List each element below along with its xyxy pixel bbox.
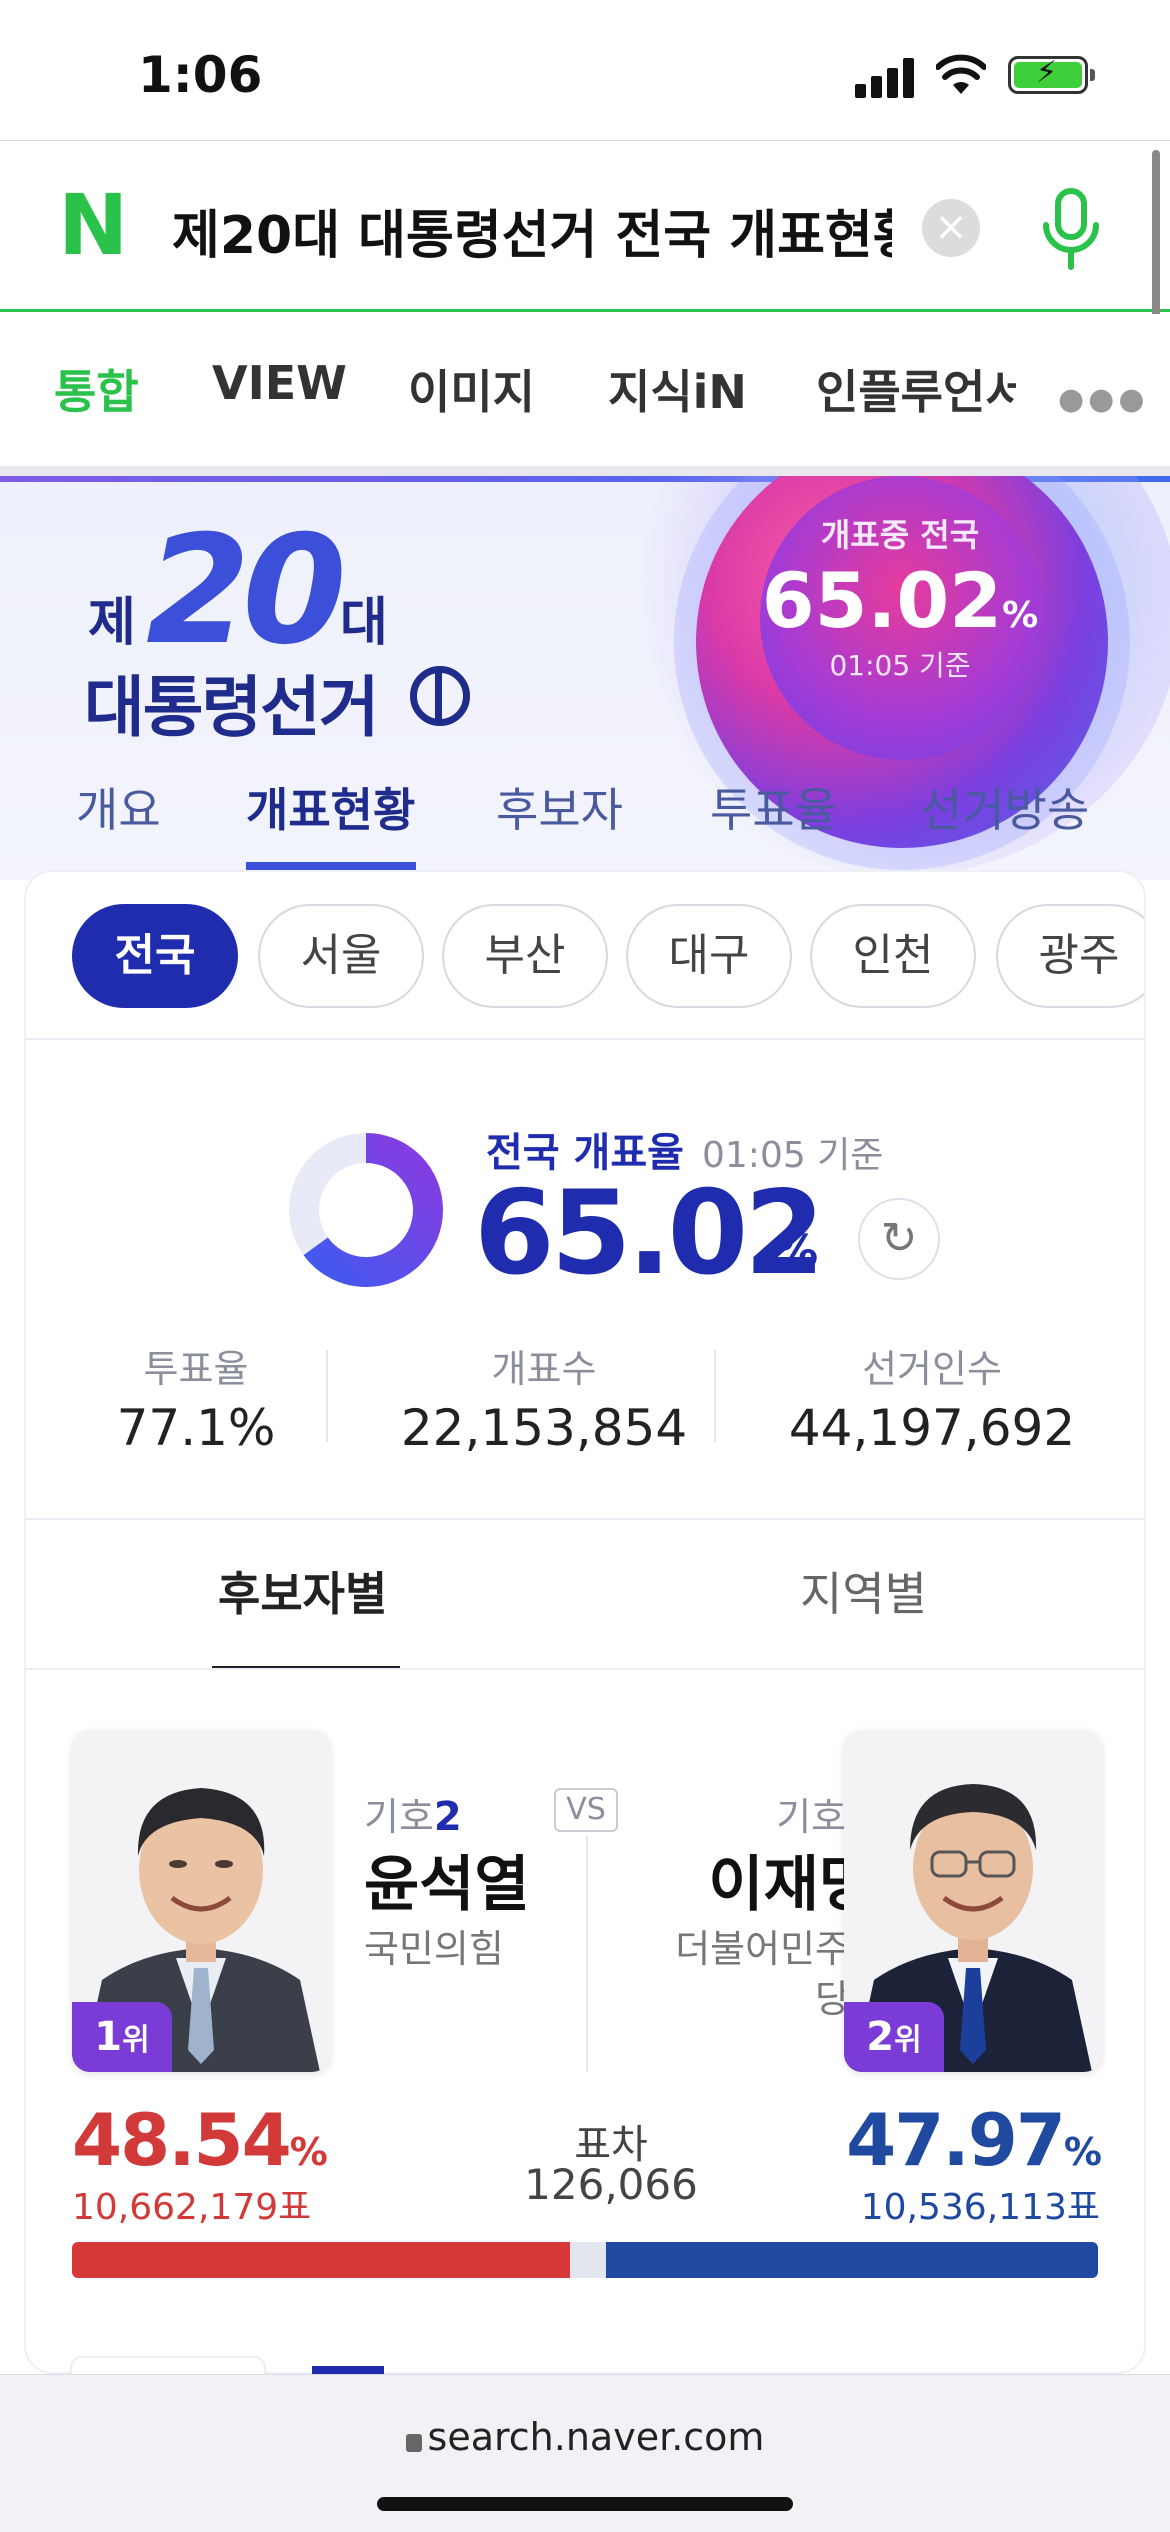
election-banner: 개표중 전국 65.02% 01:05 기준 제 20 대 대통령선거 개요 개… [0, 476, 1170, 880]
search-bar: N 제20대 대통령선거 전국 개표현황 × [0, 140, 1170, 312]
candidate-vote-share: 47.97% [846, 2098, 1102, 2182]
screen: 1:06 ⚡ N 제20대 대통령선거 전국 개표현황 × 통합 VIEW 이미… [0, 0, 1170, 2532]
rank-badge: 1위 [72, 2002, 172, 2072]
next-card-peek [70, 2356, 266, 2376]
tab-candidates[interactable]: 후보자 [496, 774, 623, 840]
divider [26, 1668, 1144, 1670]
vote-share-bar-left [72, 2242, 571, 2278]
candidate-party: 더불어민주당 [675, 1927, 850, 2021]
vote-gap-value: 126,066 [524, 2160, 698, 2209]
battery-icon: ⚡ [1008, 56, 1095, 94]
tab-turnout[interactable]: 투표율 [710, 774, 837, 840]
logo-prefix: 제 [88, 593, 136, 653]
url-text: search.naver.com [427, 2415, 765, 2459]
stat-label: 투표율 [143, 1347, 249, 1391]
election-logo-title: 대통령선거 [84, 669, 380, 746]
logo-suffix: 대 [340, 593, 388, 653]
orb-label: 개표중 전국 [820, 516, 980, 554]
tab-by-region[interactable]: 지역별 [800, 1558, 927, 1624]
orb-value: 65.02% [761, 556, 1039, 645]
vs-badge: VS [554, 1788, 618, 1832]
candidate-vote-share: 48.54% [72, 2098, 328, 2182]
naver-logo[interactable]: N [58, 183, 130, 267]
candidate-vote-count: 10,536,113표 [860, 2187, 1100, 2228]
clock: 1:06 [138, 46, 263, 104]
stat-value: 22,153,854 [400, 1399, 688, 1457]
candidate-photo-lee[interactable]: 2위 [844, 1730, 1102, 2072]
region-chip-busan[interactable]: 부산 [442, 904, 608, 1008]
home-indicator[interactable] [377, 2497, 793, 2511]
region-chip-incheon[interactable]: 인천 [810, 904, 976, 1008]
vote-share-bar-other [570, 2242, 606, 2278]
tab-counting-status[interactable]: 개표현황 [246, 774, 415, 840]
microphone-icon[interactable] [1036, 187, 1106, 271]
orb-time: 01:05 기준 [829, 649, 971, 682]
stat-value: 77.1% [116, 1399, 276, 1457]
logo-number: 20 [146, 504, 347, 678]
refresh-icon[interactable]: ↻ [858, 1198, 940, 1280]
region-chip-daegu[interactable]: 대구 [626, 904, 792, 1008]
browser-url-bar[interactable]: search.naver.com [0, 2374, 1170, 2532]
status-bar: 1:06 ⚡ [0, 0, 1170, 140]
stat-counted: 개표수 22,153,854 [374, 1338, 714, 1457]
ballot-stamp-icon [410, 666, 470, 726]
tab-influencer[interactable]: 인플루언서 [816, 356, 1016, 422]
region-chip-seoul[interactable]: 서울 [258, 904, 424, 1008]
cellular-signal-icon [855, 58, 917, 98]
counting-progress-donut [289, 1133, 443, 1287]
tab-integrated[interactable]: 통합 [54, 356, 139, 422]
region-chips: 전국 서울 부산 대구 인천 광주 [26, 872, 1144, 1040]
rank-badge: 2위 [844, 2002, 944, 2072]
candidate-party: 국민의힘 [364, 1927, 504, 1971]
candidate-number: 기호2 [364, 1794, 462, 1840]
stat-label: 개표수 [491, 1347, 597, 1391]
candidate-vote-count: 10,662,179표 [72, 2187, 312, 2228]
lock-icon [405, 2434, 422, 2452]
stat-electorate: 선거인수 44,197,692 [762, 1338, 1102, 1457]
tab-broadcast[interactable]: 선거방송 [920, 774, 1089, 840]
candidate-photo-yoon[interactable]: 1위 [72, 1730, 330, 2072]
url-display[interactable]: search.naver.com [0, 2415, 1170, 2459]
divider [0, 466, 1170, 476]
counting-rate-value: 65.02 [474, 1166, 825, 1301]
tab-knowledge-in[interactable]: 지식iN [608, 356, 747, 422]
tab-by-candidate[interactable]: 후보자별 [218, 1558, 387, 1624]
search-tabs: 통합 VIEW 이미지 지식iN 인플루언서 ●●● [0, 314, 1170, 464]
counting-rate-percent-sign: % [774, 1226, 819, 1277]
divider [586, 1836, 588, 2072]
search-input[interactable]: 제20대 대통령선거 전국 개표현황 [172, 193, 892, 263]
region-chip-nationwide[interactable]: 전국 [72, 904, 238, 1008]
wifi-icon [936, 54, 986, 94]
tab-overview[interactable]: 개요 [76, 774, 161, 840]
more-icon[interactable]: ●●● [1058, 382, 1149, 417]
divider [26, 1518, 1144, 1520]
candidate-name: 윤석열 [364, 1850, 530, 1920]
vote-share-bar [72, 2242, 1098, 2278]
tab-view[interactable]: VIEW [212, 356, 347, 410]
clear-icon[interactable]: × [922, 199, 980, 257]
tab-images[interactable]: 이미지 [408, 356, 535, 422]
region-chip-gwangju[interactable]: 광주 [996, 904, 1144, 1008]
divider [714, 1350, 716, 1442]
stat-turnout: 투표율 77.1% [26, 1338, 366, 1457]
stat-label: 선거인수 [862, 1347, 1002, 1391]
vote-share-bar-right [605, 2242, 1098, 2278]
result-card: 전국 서울 부산 대구 인천 광주 전국 개표율 01:05 기준 65.02 … [26, 872, 1144, 2372]
divider [326, 1350, 328, 1442]
stat-value: 44,197,692 [788, 1399, 1076, 1457]
active-tab-indicator [246, 862, 416, 870]
